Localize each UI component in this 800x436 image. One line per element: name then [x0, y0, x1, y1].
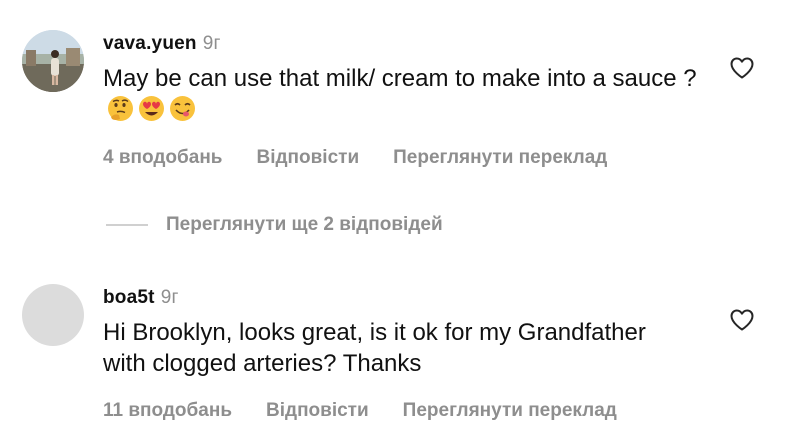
likes-count[interactable]: 4 вподобань [103, 147, 222, 169]
comment-text: Hi Brooklyn, looks great, is it ok for m… [103, 319, 646, 377]
replies-divider [106, 224, 148, 226]
comment-header: boa5t 9г [103, 287, 179, 309]
thinking-face-emoji-icon [108, 96, 133, 121]
like-heart-icon[interactable] [729, 56, 755, 80]
comment-actions: 4 вподобань Відповісти Переглянути перек… [103, 147, 607, 169]
heart-eyes-emoji-icon [139, 96, 164, 121]
like-heart-icon[interactable] [729, 308, 755, 332]
comment: vava.yuen 9г May be can use that milk/ cr… [0, 0, 800, 190]
view-more-replies-label[interactable]: Переглянути ще 2 відповідей [166, 214, 443, 236]
comment-text: May be can use that milk/ cream to make … [103, 63, 713, 125]
username[interactable]: boa5t [103, 287, 155, 308]
view-more-replies[interactable]: Переглянути ще 2 відповідей [106, 214, 443, 236]
avatar[interactable] [22, 30, 84, 92]
avatar[interactable] [22, 284, 84, 346]
see-translation-button[interactable]: Переглянути переклад [393, 147, 607, 169]
likes-count[interactable]: 11 вподобань [103, 400, 232, 422]
comment-header: vava.yuen 9г [103, 33, 221, 55]
timestamp: 9г [202, 33, 221, 54]
reply-button[interactable]: Відповісти [266, 400, 369, 422]
comment-actions: 11 вподобань Відповісти Переглянути пере… [103, 400, 617, 422]
avatar-photo-image [22, 30, 84, 92]
yum-face-emoji-icon [170, 96, 195, 121]
see-translation-button[interactable]: Переглянути переклад [403, 400, 617, 422]
comment-body: May be can use that milk/ cream to make … [103, 65, 697, 92]
reply-button[interactable]: Відповісти [256, 147, 359, 169]
timestamp: 9г [160, 287, 179, 308]
username[interactable]: vava.yuen [103, 33, 197, 54]
comment: boa5t 9г Hi Brooklyn, looks great, is it … [0, 270, 800, 436]
